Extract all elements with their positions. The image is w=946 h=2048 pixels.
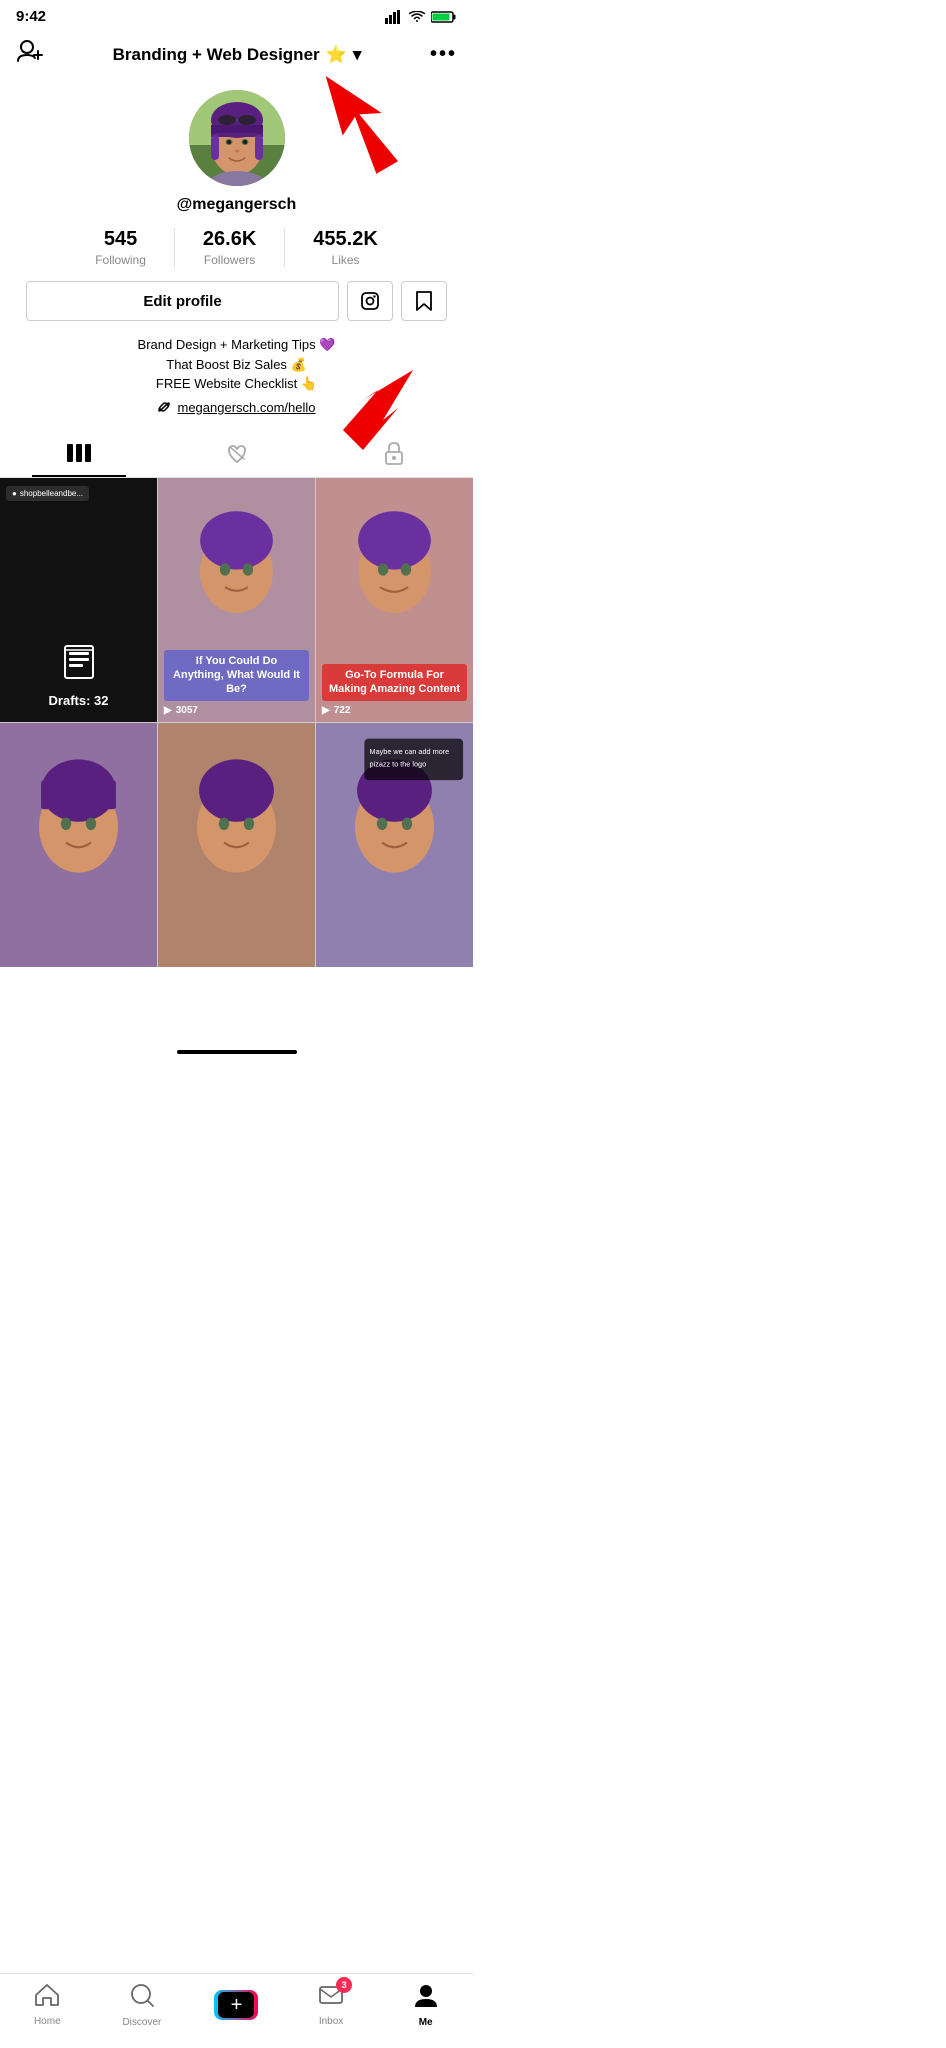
likes-label: Likes	[332, 253, 360, 267]
video-overlay-3: Go-To Formula For Making Amazing Content…	[316, 658, 473, 722]
discover-label: Discover	[122, 2017, 161, 2028]
status-bar: 9:42	[0, 0, 473, 29]
play-count-3: 722	[334, 705, 351, 716]
following-count: 545	[104, 228, 137, 251]
svg-text:pizazz to the logo: pizazz to the logo	[370, 759, 427, 768]
dropdown-icon: ▾	[353, 45, 362, 65]
nav-discover[interactable]: Discover	[117, 1982, 167, 2028]
bio-line-2: That Boost Biz Sales 💰	[166, 357, 306, 372]
drafts-cell[interactable]: ● shopbelleandbe... Drafts: 32	[0, 478, 157, 722]
bio-line-1: Brand Design + Marketing Tips 💜	[138, 337, 336, 352]
plus-icon: +	[218, 1992, 254, 2018]
svg-text:Maybe we can add more: Maybe we can add more	[370, 747, 450, 756]
status-time: 9:42	[16, 8, 46, 25]
video-thumbnail-4	[0, 723, 157, 967]
me-label: Me	[419, 2017, 433, 2028]
video-overlay-2: If You Could Do Anything, What Would It …	[158, 644, 315, 722]
video-cell-2[interactable]: If You Could Do Anything, What Would It …	[158, 478, 315, 722]
wifi-icon	[409, 11, 425, 23]
inbox-label: Inbox	[319, 2016, 343, 2027]
profile-title-text: Branding + Web Designer	[113, 45, 320, 65]
nav-home[interactable]: Home	[22, 1983, 72, 2027]
bio-section: Brand Design + Marketing Tips 💜 That Boo…	[128, 335, 346, 394]
video-cell-3[interactable]: Go-To Formula For Making Amazing Content…	[316, 478, 473, 722]
home-icon	[34, 1983, 60, 2014]
play-icon-2: ▶	[164, 705, 172, 716]
avatar-image	[189, 90, 285, 186]
inbox-icon: 3	[318, 1983, 344, 2014]
bio-line-3: FREE Website Checklist 👆	[156, 376, 317, 391]
reply-tag: ● shopbelleandbe...	[6, 486, 89, 501]
nav-me[interactable]: Me	[401, 1982, 451, 2028]
bottom-nav: Home Discover + 3 In	[0, 1973, 473, 2048]
play-row-3: ▶ 722	[322, 705, 467, 716]
bio-link[interactable]: megangersch.com/hello	[157, 400, 315, 415]
bio-link-text: megangersch.com/hello	[177, 400, 315, 415]
likes-stat[interactable]: 455.2K Likes	[285, 228, 406, 267]
signal-icon	[385, 10, 403, 24]
top-nav: Branding + Web Designer ⭐ ▾ •••	[0, 29, 473, 80]
video-cell-6[interactable]: Maybe we can add more pizazz to the logo	[316, 723, 473, 967]
status-icons	[385, 10, 457, 24]
liked-icon	[225, 442, 249, 464]
tab-saved[interactable]	[315, 429, 473, 477]
nav-inbox[interactable]: 3 Inbox	[306, 1983, 356, 2027]
title-star-emoji: ⭐	[326, 45, 347, 65]
action-buttons: Edit profile	[16, 281, 457, 321]
tab-videos[interactable]	[0, 429, 158, 477]
following-stat[interactable]: 545 Following	[67, 228, 175, 267]
tabs-row	[0, 429, 473, 478]
video-thumbnail-5	[158, 723, 315, 967]
profile-section: @megangersch 545 Following 26.6K Followe…	[0, 80, 473, 429]
username: @megangersch	[177, 196, 297, 214]
video-grid: ● shopbelleandbe... Drafts: 32	[0, 478, 473, 967]
battery-icon	[431, 10, 457, 24]
video-caption-3: Go-To Formula For Making Amazing Content	[322, 664, 467, 701]
grid-icon	[67, 444, 91, 462]
followers-stat[interactable]: 26.6K Followers	[175, 228, 285, 267]
me-icon	[413, 1982, 439, 2015]
following-label: Following	[95, 253, 146, 267]
avatar[interactable]	[189, 90, 285, 186]
bookmark-button[interactable]	[401, 281, 447, 321]
nav-plus[interactable]: +	[211, 1990, 261, 2020]
likes-count: 455.2K	[313, 228, 378, 251]
inbox-badge: 3	[336, 1977, 352, 1993]
play-count-2: 3057	[176, 705, 198, 716]
video-caption-2: If You Could Do Anything, What Would It …	[164, 650, 309, 701]
instagram-button[interactable]	[347, 281, 393, 321]
reply-tag-text: shopbelleandbe...	[20, 489, 83, 498]
home-indicator	[0, 1046, 473, 1066]
add-user-button[interactable]	[16, 37, 44, 72]
home-label: Home	[34, 2016, 61, 2027]
stats-row: 545 Following 26.6K Followers 455.2K Lik…	[16, 228, 457, 267]
drafts-icon	[61, 644, 97, 687]
followers-count: 26.6K	[203, 228, 256, 251]
profile-title[interactable]: Branding + Web Designer ⭐ ▾	[113, 45, 362, 65]
lock-icon	[384, 441, 404, 465]
play-icon-3: ▶	[322, 705, 330, 716]
edit-profile-button[interactable]: Edit profile	[26, 281, 339, 321]
bookmark-icon	[415, 290, 433, 312]
link-icon	[157, 400, 171, 414]
video-cell-4[interactable]	[0, 723, 157, 967]
followers-label: Followers	[204, 253, 255, 267]
video-cell-5[interactable]	[158, 723, 315, 967]
plus-button[interactable]: +	[214, 1990, 258, 2020]
video-thumbnail-6: Maybe we can add more pizazz to the logo	[316, 723, 473, 967]
play-row-2: ▶ 3057	[164, 705, 309, 716]
tab-liked[interactable]	[158, 429, 316, 477]
more-options-button[interactable]: •••	[430, 43, 457, 66]
drafts-label: Drafts: 32	[49, 693, 109, 708]
home-bar	[177, 1050, 297, 1054]
instagram-icon	[360, 291, 380, 311]
discover-icon	[129, 1982, 155, 2015]
